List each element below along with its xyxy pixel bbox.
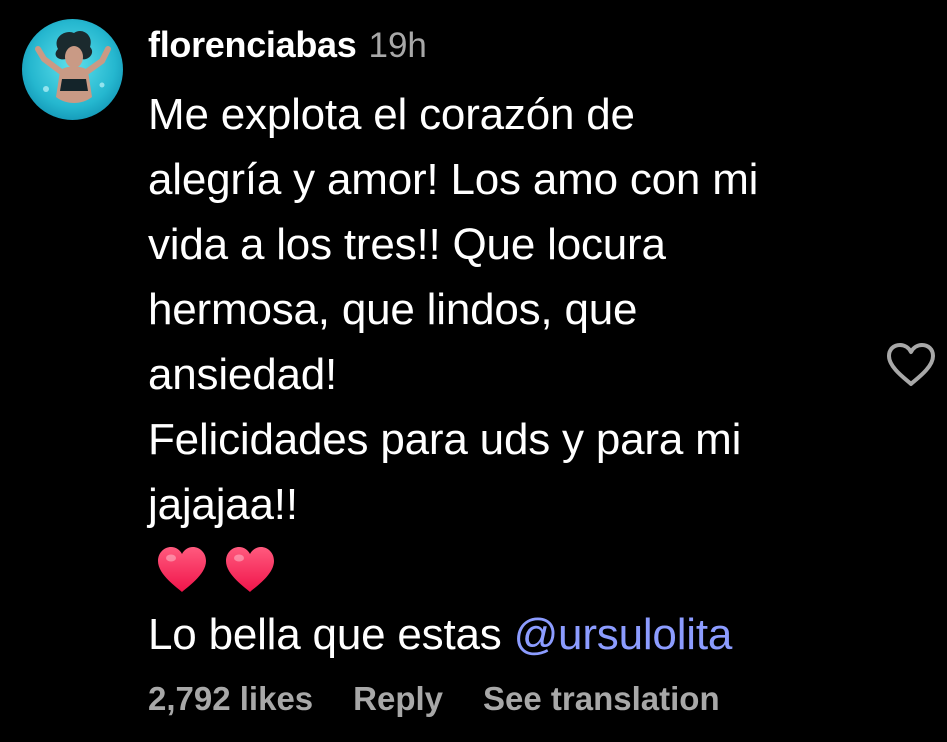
- comment-line: hermosa, que lindos, que: [148, 285, 638, 334]
- see-translation-button[interactable]: See translation: [483, 680, 720, 718]
- comment-line: Me explota el corazón de: [148, 90, 635, 139]
- mention-link[interactable]: @ursulolita: [514, 610, 733, 659]
- comment: florenciabas 19h Me explota el corazón d…: [0, 0, 947, 742]
- username-link[interactable]: florenciabas: [148, 24, 357, 66]
- comment-last-line: Lo bella que estas @ursulolita: [148, 602, 863, 667]
- comment-actions: 2,792 likes Reply See translation: [148, 680, 760, 718]
- comment-line: vida a los tres!! Que locura: [148, 220, 666, 269]
- timestamp: 19h: [368, 26, 427, 65]
- comment-line: ansiedad!: [148, 350, 338, 399]
- comment-line: Felicidades para uds y para mi: [148, 415, 742, 464]
- comment-header: florenciabas 19h: [148, 24, 427, 72]
- profile-photo-icon: [22, 19, 123, 120]
- heart-outline-icon: [887, 343, 935, 386]
- likes-count[interactable]: 2,792 likes: [148, 680, 313, 718]
- avatar[interactable]: [22, 19, 123, 120]
- heart-emoji-icon: [226, 546, 274, 592]
- like-button[interactable]: [884, 341, 938, 389]
- comment-text: Me explota el corazón de alegría y amor!…: [148, 82, 863, 667]
- comment-line-text: Lo bella que estas: [148, 610, 514, 659]
- reply-button[interactable]: Reply: [353, 680, 443, 718]
- comment-line: jajajaa!!: [148, 480, 298, 529]
- heart-emoji-icon: [158, 546, 206, 592]
- comment-line: alegría y amor! Los amo con mi: [148, 155, 759, 204]
- emoji-line: [148, 537, 863, 602]
